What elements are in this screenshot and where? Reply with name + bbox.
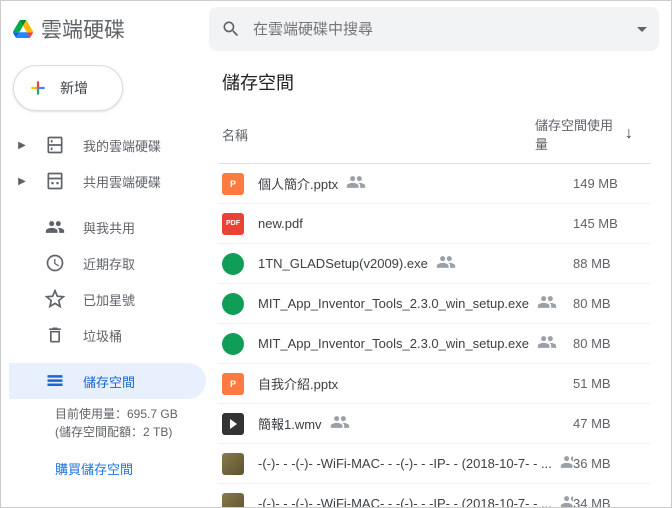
col-usage[interactable]: 儲存空間使用量 — [535, 115, 625, 153]
file-size: 36 MB — [573, 456, 643, 471]
nav-label: 共用雲端硬碟 — [83, 172, 161, 191]
shared-icon — [537, 292, 557, 315]
file-row[interactable]: -(-)- - -(-)- -WiFi-MAC- - -(-)- - -IP- … — [218, 484, 651, 507]
file-name: 1TN_GLADSetup(v2009).exe — [258, 252, 573, 275]
file-row[interactable]: MIT_App_Inventor_Tools_2.3.0_win_setup.e… — [218, 284, 651, 324]
file-type-icon: P — [222, 373, 244, 395]
file-size: 88 MB — [573, 256, 643, 271]
nav-recent[interactable]: 近期存取 — [9, 245, 206, 281]
buy-storage-link[interactable]: 購買儲存空間 — [9, 447, 206, 484]
shared-icon — [560, 452, 573, 475]
file-type-icon — [222, 253, 244, 275]
file-row[interactable]: -(-)- - -(-)- -WiFi-MAC- - -(-)- - -IP- … — [218, 444, 651, 484]
nav-storage[interactable]: 儲存空間 — [9, 363, 206, 399]
search-icon — [221, 19, 241, 39]
file-row[interactable]: P 自我介紹.pptx51 MB — [218, 364, 651, 404]
nav-label: 我的雲端硬碟 — [83, 136, 161, 155]
nav-label: 儲存空間 — [83, 372, 135, 391]
file-type-icon — [222, 413, 244, 435]
shared-icon — [330, 412, 350, 435]
shared-icon — [436, 252, 456, 275]
search-input[interactable] — [253, 21, 625, 38]
file-type-icon: P — [222, 173, 244, 195]
expand-icon[interactable]: ▶ — [17, 140, 27, 151]
storage-icon — [45, 371, 65, 391]
file-type-icon — [222, 333, 244, 355]
file-row[interactable]: MIT_App_Inventor_Tools_2.3.0_win_setup.e… — [218, 324, 651, 364]
file-size: 80 MB — [573, 336, 643, 351]
file-size: 47 MB — [573, 416, 643, 431]
search-bar[interactable] — [209, 7, 659, 51]
file-row[interactable]: PDF new.pdf145 MB — [218, 204, 651, 244]
brand[interactable]: 雲端硬碟 — [13, 14, 193, 44]
file-type-icon — [222, 493, 244, 508]
col-name[interactable]: 名稱 — [222, 125, 535, 144]
nav-label: 垃圾桶 — [83, 326, 122, 345]
file-size: 145 MB — [573, 216, 643, 231]
nav-shared-with-me[interactable]: 與我共用 — [9, 209, 206, 245]
file-row[interactable]: 1TN_GLADSetup(v2009).exe88 MB — [218, 244, 651, 284]
new-button[interactable]: 新增 — [13, 65, 123, 111]
file-size: 80 MB — [573, 296, 643, 311]
shared-drives-icon — [45, 171, 65, 191]
sort-arrow-icon[interactable]: ↓ — [625, 125, 643, 143]
file-list: P 個人簡介.pptx149 MB PDF new.pdf145 MB 1TN_GLAD… — [218, 164, 651, 507]
storage-usage-text: 目前使用量：695.7 GB (儲存空間配額：2 TB) — [9, 399, 206, 447]
my-drive-icon — [45, 135, 65, 155]
plus-icon — [28, 78, 48, 98]
file-name: MIT_App_Inventor_Tools_2.3.0_win_setup.e… — [258, 292, 573, 315]
file-name: 自我介紹.pptx — [258, 374, 573, 393]
file-name: MIT_App_Inventor_Tools_2.3.0_win_setup.e… — [258, 332, 573, 355]
nav-trash[interactable]: 垃圾桶 — [9, 317, 206, 353]
people-icon — [45, 217, 65, 237]
page-title: 儲存空間 — [218, 69, 651, 95]
shared-icon — [560, 492, 573, 507]
expand-icon[interactable]: ▶ — [17, 176, 27, 187]
trash-icon — [45, 325, 65, 345]
file-row[interactable]: 簡報1.wmv47 MB — [218, 404, 651, 444]
shared-icon — [537, 332, 557, 355]
nav-label: 與我共用 — [83, 218, 135, 237]
file-name: 個人簡介.pptx — [258, 172, 573, 195]
file-name: 簡報1.wmv — [258, 412, 573, 435]
file-type-icon — [222, 293, 244, 315]
file-name: new.pdf — [258, 216, 573, 231]
nav-my-drive[interactable]: ▶ 我的雲端硬碟 — [9, 127, 206, 163]
content-area: 儲存空間 名稱 儲存空間使用量 ↓ P 個人簡介.pptx149 MB PDF new… — [206, 57, 671, 507]
sidebar: 新增 ▶ 我的雲端硬碟 ▶ 共用雲端硬碟 與我共用 近期存取 已加星號 — [1, 57, 206, 507]
nav-label: 近期存取 — [83, 254, 135, 273]
file-size: 34 MB — [573, 496, 643, 507]
file-size: 51 MB — [573, 376, 643, 391]
brand-text: 雲端硬碟 — [41, 14, 125, 44]
file-type-icon: PDF — [222, 213, 244, 235]
new-button-label: 新增 — [60, 78, 88, 98]
file-name: -(-)- - -(-)- -WiFi-MAC- - -(-)- - -IP- … — [258, 452, 573, 475]
nav-starred[interactable]: 已加星號 — [9, 281, 206, 317]
search-options-icon[interactable] — [637, 27, 647, 32]
star-icon — [45, 289, 65, 309]
nav-label: 已加星號 — [83, 290, 135, 309]
file-size: 149 MB — [573, 176, 643, 191]
clock-icon — [45, 253, 65, 273]
file-type-icon — [222, 453, 244, 475]
column-headers: 名稱 儲存空間使用量 ↓ — [218, 115, 651, 164]
shared-icon — [346, 172, 366, 195]
file-row[interactable]: P 個人簡介.pptx149 MB — [218, 164, 651, 204]
nav-shared-drives[interactable]: ▶ 共用雲端硬碟 — [9, 163, 206, 199]
file-name: -(-)- - -(-)- -WiFi-MAC- - -(-)- - -IP- … — [258, 492, 573, 507]
drive-logo-icon — [13, 19, 33, 39]
